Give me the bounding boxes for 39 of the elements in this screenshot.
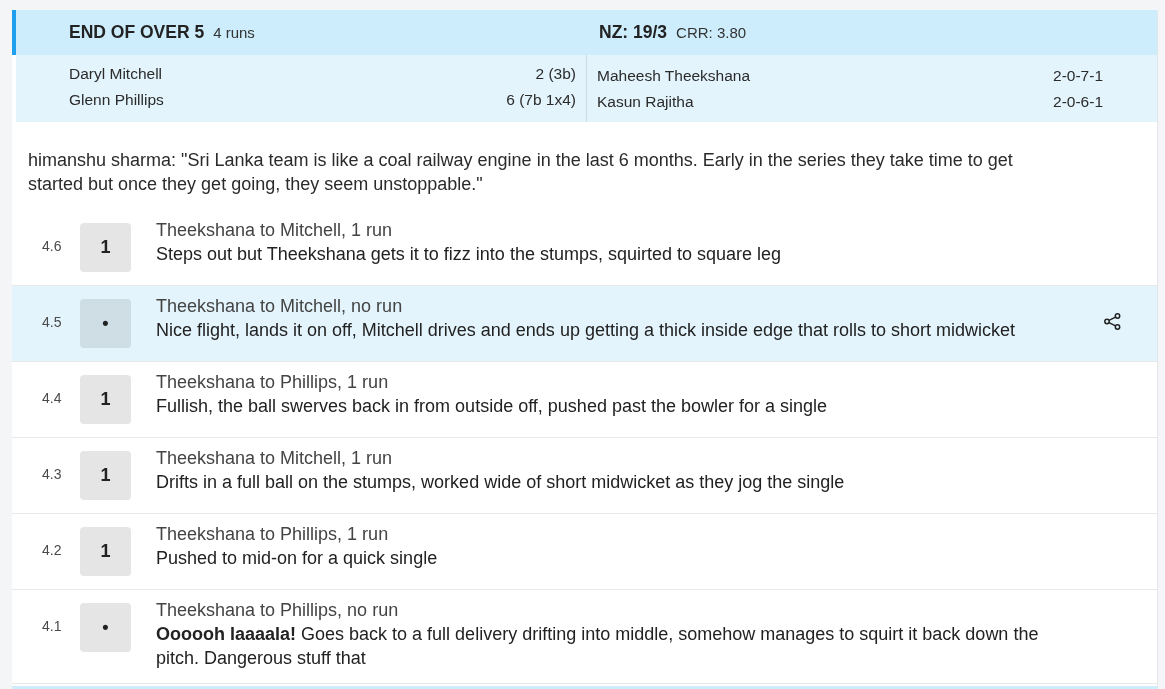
ball-description: Drifts in a full ball on the stumps, worked wide of short midwicket as they jog the single: [156, 471, 846, 494]
ball-title: Theekshana to Phillips, 1 run: [156, 371, 390, 394]
ball-result: 1: [80, 527, 131, 576]
bowler-name: Kasun Rajitha: [597, 93, 694, 111]
ball-title: Theekshana to Mitchell, 1 run: [156, 447, 394, 470]
ball-title: Theekshana to Mitchell, 1 run: [156, 219, 394, 242]
ball-description: Steps out but Theekshana gets it to fizz into the stumps, squirted to square leg: [156, 243, 783, 266]
share-icon[interactable]: [1104, 312, 1121, 330]
ball-description: Fullish, the ball swerves back in from outside off, pushed past the bowler for a single: [156, 395, 829, 418]
batter-score: 2 (3b): [535, 65, 576, 83]
bowler-name: Maheesh Theekshana: [597, 67, 751, 85]
ball-result: •: [80, 603, 131, 652]
over-runs: 4 runs: [213, 24, 255, 41]
ball-description: Nice flight, lands it on off, Mitchell drives and ends up getting a thick inside edge that rolls to short midwicket: [156, 319, 1017, 342]
over-title: END OF OVER 5: [69, 22, 205, 43]
ball-result: 1: [80, 451, 131, 500]
over-number: 4.5: [41, 314, 63, 330]
batter-score: 6 (7b 1x4): [506, 91, 576, 109]
ball-title: Theekshana to Phillips, 1 run: [156, 523, 390, 546]
team-score: NZ: 19/3: [599, 22, 668, 43]
over-number: 4.3: [41, 466, 63, 482]
ball-title: Theekshana to Mitchell, no run: [156, 295, 404, 318]
fan-comment: himanshu sharma: "Sri Lanka team is like a coal railway engine in the last 6 months. Early in the series they take time to get started but once they get going, they seem unstoppable.": [27, 149, 1014, 196]
batter-name: Daryl Mitchell: [69, 65, 162, 83]
over-number: 4.6: [41, 238, 63, 254]
over-number: 4.1: [41, 618, 63, 634]
bowler-figures: 2-0-6-1: [1053, 93, 1103, 111]
ball-result: •: [80, 299, 131, 348]
over-number: 4.2: [41, 542, 63, 558]
bowler-figures: 2-0-7-1: [1053, 67, 1103, 85]
over-number: 4.4: [41, 390, 63, 406]
ball-title: Theekshana to Phillips, no run: [156, 599, 400, 622]
current-run-rate: CRR: 3.80: [676, 24, 747, 41]
ball-description: Pushed to mid-on for a quick single: [156, 547, 439, 570]
ball-commentary-row[interactable]: 4.5 • Theekshana to Mitchell, no run Nice flight, lands it on off, Mitchell drives and ends up getting a thick inside edge that rolls to short midwicket: [12, 286, 1157, 362]
ball-description: Oooooh laaaala! Goes back to a full delivery drifting into middle, somehow manages to squirt it back down the pitch. Dangerous stuff that: [156, 623, 1040, 670]
ball-result: 1: [80, 223, 131, 272]
batter-name: Glenn Phillips: [69, 91, 164, 109]
ball-result: 1: [80, 375, 131, 424]
